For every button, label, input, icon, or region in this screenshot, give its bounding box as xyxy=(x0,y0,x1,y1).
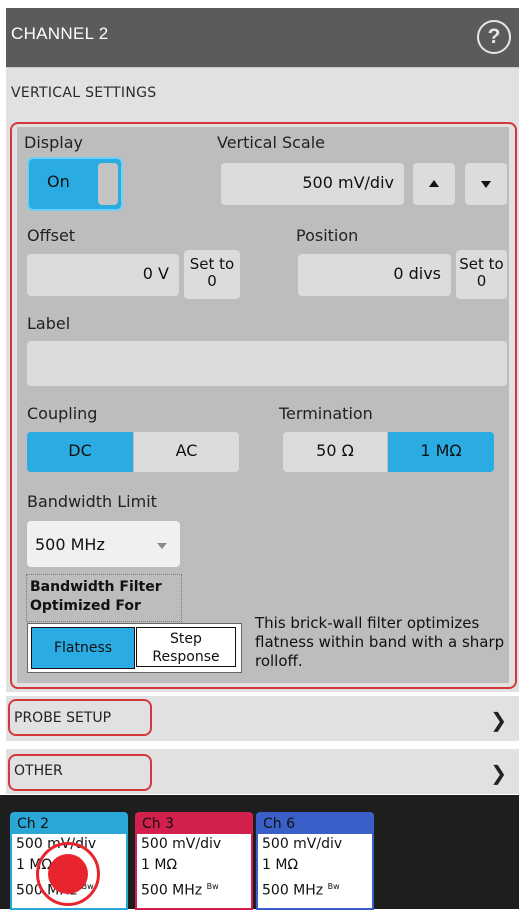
position-set-zero-button[interactable]: Set to 0 xyxy=(456,250,507,299)
bandwidth-limit-label: Bandwidth Limit xyxy=(27,492,157,511)
channel-scale: 500 mV/div xyxy=(262,836,343,852)
chevron-down-icon xyxy=(157,543,167,549)
probe-setup-highlight xyxy=(8,699,152,736)
display-toggle[interactable]: On xyxy=(27,157,123,211)
flatness-button[interactable]: Flatness xyxy=(31,627,135,669)
channel-badge-ch3[interactable]: Ch 3 500 mV/div 1 MΩ 500 MHz Bw xyxy=(135,812,253,910)
offset-field[interactable]: 0 V xyxy=(27,254,179,296)
bandwidth-select[interactable]: 500 MHz xyxy=(27,521,180,567)
position-value: 0 divs xyxy=(393,264,441,283)
channel-bandwidth: 500 MHz Bw xyxy=(141,882,219,899)
bandwidth-filter-label: Bandwidth Filter Optimized For xyxy=(30,579,162,614)
channel-scale: 500 mV/div xyxy=(141,836,222,852)
arrow-up-icon xyxy=(429,180,439,187)
filter-description: This brick-wall filter optimizes flatnes… xyxy=(255,614,505,670)
channel-impedance: 1 MΩ xyxy=(141,857,178,873)
chevron-right-icon: ❯ xyxy=(490,761,507,785)
channel-name: Ch 3 xyxy=(137,814,251,834)
vertical-scale-field[interactable]: 500 mV/div xyxy=(221,163,404,205)
arrow-down-icon xyxy=(481,181,491,188)
scale-up-button[interactable] xyxy=(413,163,455,205)
other-highlight xyxy=(8,754,152,791)
channel-name: Ch 2 xyxy=(12,814,126,834)
position-field[interactable]: 0 divs xyxy=(298,254,451,296)
termination-label: Termination xyxy=(279,404,373,423)
coupling-label: Coupling xyxy=(27,404,98,423)
termination-1m-button[interactable]: 1 MΩ xyxy=(388,432,494,472)
coupling-dc-button[interactable]: DC xyxy=(27,432,133,472)
chevron-right-icon: ❯ xyxy=(490,708,507,732)
help-icon[interactable]: ? xyxy=(477,20,511,54)
channel-impedance: 1 MΩ xyxy=(262,857,299,873)
display-toggle-state: On xyxy=(47,172,70,191)
bandwidth-filter-box: Bandwidth Filter Optimized For xyxy=(26,574,182,622)
vertical-scale-value: 500 mV/div xyxy=(302,173,394,192)
filter-optimize-selector: Flatness Step Response xyxy=(27,623,242,673)
menu-header: CHANNEL 2 ? xyxy=(6,8,519,67)
vertical-settings-header[interactable]: VERTICAL SETTINGS xyxy=(6,67,519,119)
channel-badge-ch6[interactable]: Ch 6 500 mV/div 1 MΩ 500 MHz Bw xyxy=(256,812,374,910)
offset-set-zero-button[interactable]: Set to 0 xyxy=(184,250,240,299)
menu-title: CHANNEL 2 xyxy=(11,24,109,43)
channel-bandwidth: 500 MHz Bw xyxy=(262,882,340,899)
position-label: Position xyxy=(296,226,359,245)
label-field-label: Label xyxy=(27,314,71,333)
offset-label: Offset xyxy=(27,226,76,245)
scale-down-button[interactable] xyxy=(465,163,507,205)
vertical-settings-title: VERTICAL SETTINGS xyxy=(11,85,157,101)
touch-indicator xyxy=(36,842,100,906)
step-response-button[interactable]: Step Response xyxy=(136,627,236,667)
channel-name: Ch 6 xyxy=(258,814,372,834)
display-label: Display xyxy=(24,133,83,152)
coupling-ac-button[interactable]: AC xyxy=(134,432,239,472)
termination-50-button[interactable]: 50 Ω xyxy=(283,432,387,472)
vertical-scale-label: Vertical Scale xyxy=(217,133,326,152)
toggle-knob xyxy=(98,163,118,205)
bandwidth-select-value: 500 MHz xyxy=(35,535,105,554)
offset-value: 0 V xyxy=(142,264,169,283)
label-input[interactable] xyxy=(27,341,507,386)
